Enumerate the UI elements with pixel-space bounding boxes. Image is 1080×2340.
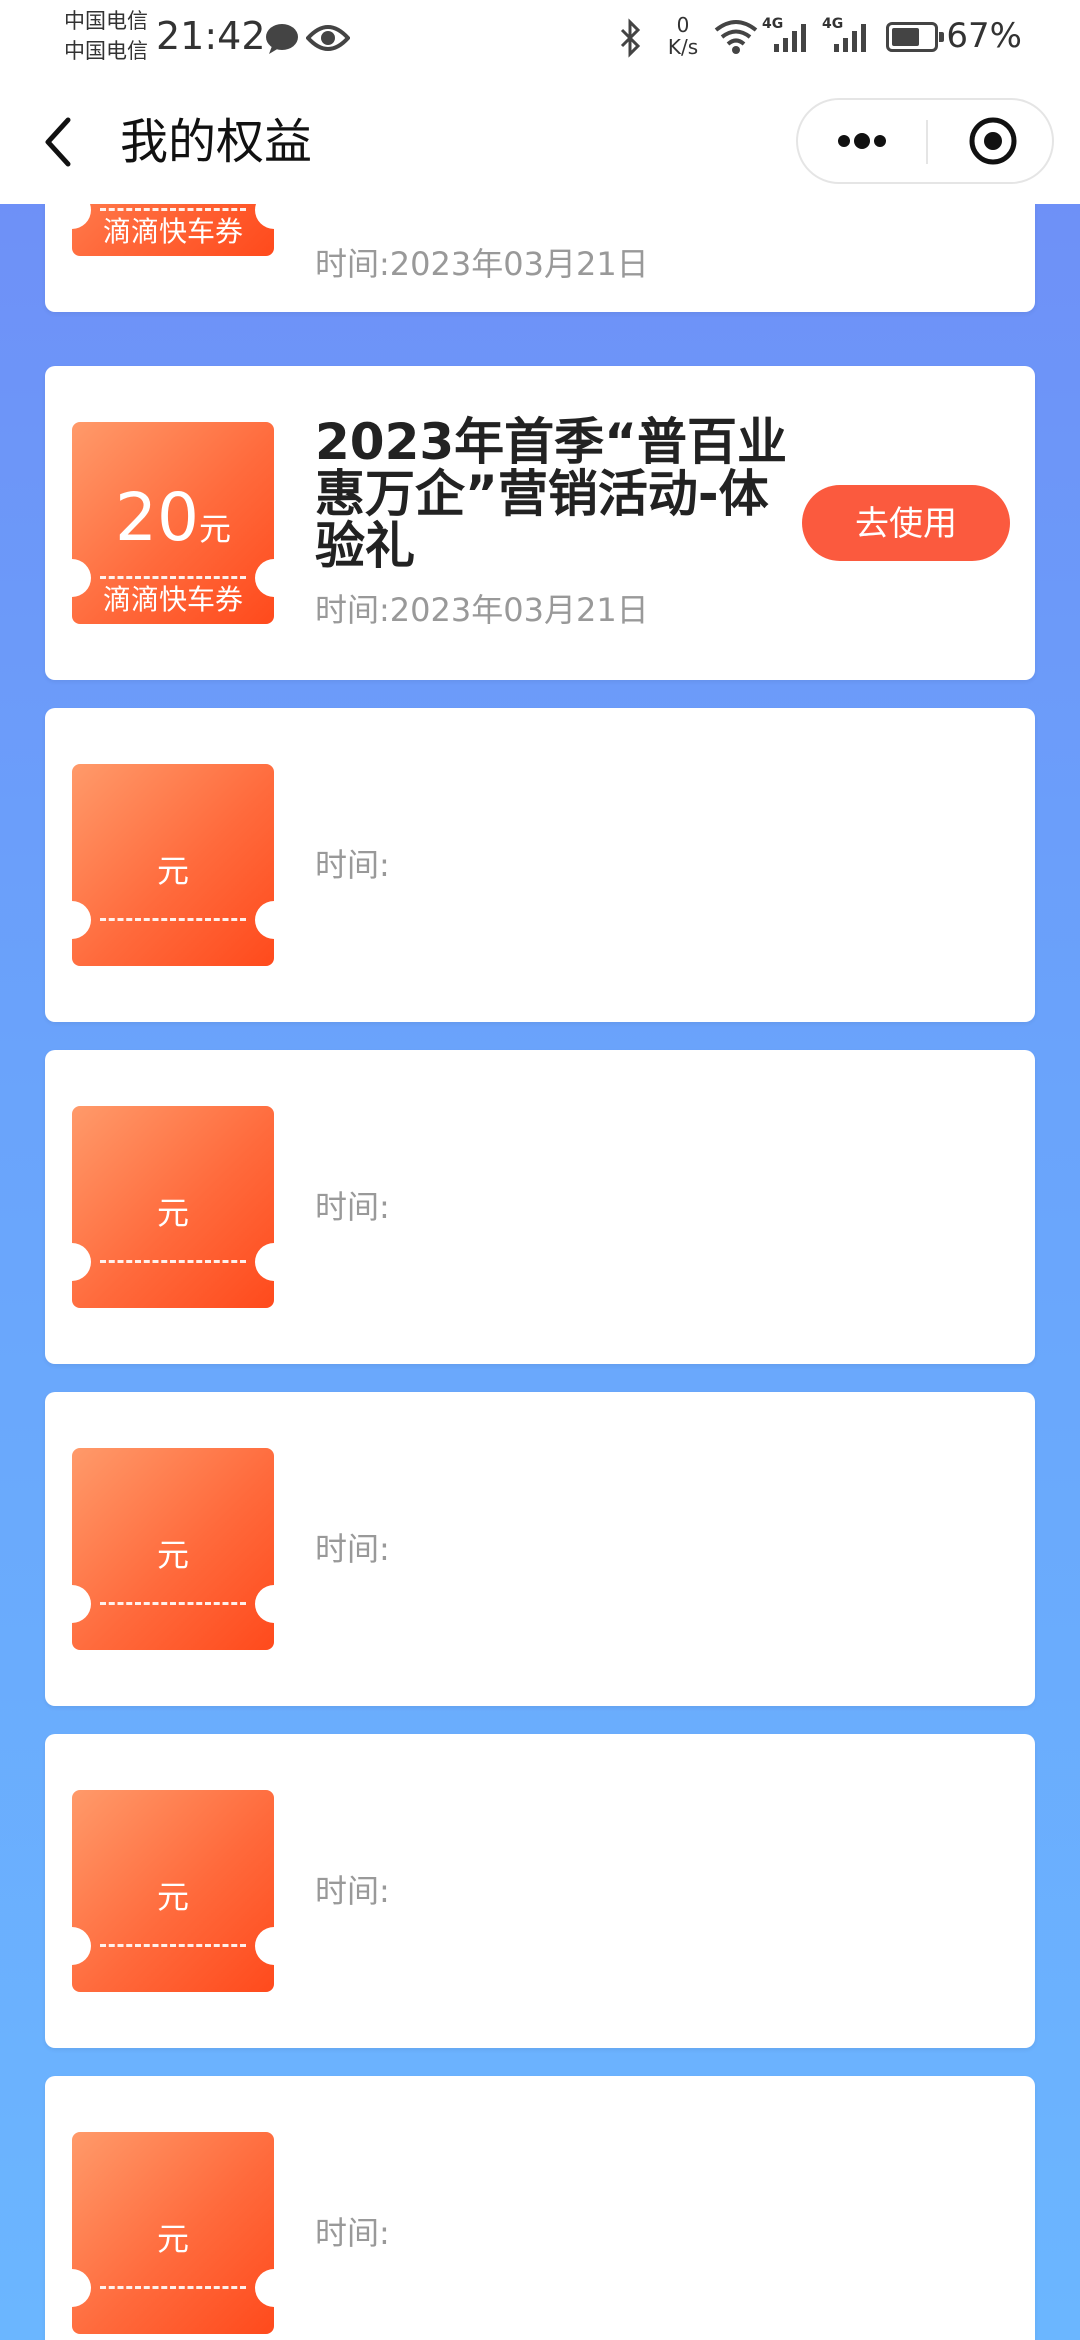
coupon-amount-unit: 元 [156,1878,189,1916]
benefit-list[interactable]: 滴滴快车券 时间:2023年03月21日 20元 滴滴快车券 2023年首季“普… [0,204,1080,2340]
coupon-amount-unit: 元 [156,852,189,890]
time-label: 时间: [315,2214,390,2252]
card-time: 时间: [315,1187,390,1227]
coupon-amount-unit: 元 [156,1536,189,1574]
time-value: 2023年03月21日 [389,591,649,629]
back-button[interactable] [34,110,90,174]
status-time: 21:42 [156,14,266,58]
benefit-card: 元 时间: [45,708,1035,1022]
chat-bubble-icon [266,24,298,54]
coupon-type: 滴滴快车券 [102,215,243,248]
net-speed-value: 0 [676,13,690,37]
coupon-amount: 元 [72,820,274,917]
carrier-1: 中国电信 [64,9,148,33]
target-circle-icon [969,117,1017,165]
battery-fill [892,28,919,46]
signal-bars-icon [834,24,866,52]
net-speed-unit: K/s [667,35,699,59]
page-title: 我的权益 [120,114,313,170]
coupon-amount-unit: 元 [156,1194,189,1232]
coupon-ticket: 元 [72,1448,274,1650]
use-button[interactable]: 去使用 [802,485,1010,561]
time-label: 时间: [315,591,390,629]
coupon-amount-unit: 元 [156,2220,189,2258]
benefit-card: 元 时间: [45,1392,1035,1706]
benefit-card: 元 时间: [45,1050,1035,1364]
close-button[interactable] [938,108,1048,174]
carrier-2: 中国电信 [64,39,148,63]
card-time: 时间:2023年03月21日 [315,244,649,284]
signal-bars-icon [774,24,806,52]
benefit-card: 元 时间: [45,2076,1035,2340]
coupon-ticket: 元 [72,764,274,966]
wifi-icon [714,20,758,54]
card-title: 2023年首季“普百业惠万企”营销活动-体验礼 [315,413,788,575]
more-dots-icon [838,133,886,149]
coupon-amount: 20元 [72,478,274,575]
nav-bar: 我的权益 [0,80,1080,204]
coupon-ticket: 滴滴快车券 [72,204,274,256]
coupon-ticket: 元 [72,2132,274,2334]
coupon-amount-unit: 元 [198,510,231,548]
time-label: 时间: [315,1188,390,1226]
screen: 中国电信 中国电信 21:42 0 K/s 4G 4G 67% 我的权益 滴滴快… [0,0,1080,2340]
carrier-info: 中国电信 中国电信 [64,6,148,66]
miniprogram-capsule [796,98,1054,184]
time-label: 时间: [315,1530,390,1568]
coupon-ticket: 元 [72,1790,274,1992]
coupon-type: 滴滴快车券 [102,583,243,616]
benefit-card: 滴滴快车券 时间:2023年03月21日 [45,204,1035,312]
more-button[interactable] [806,108,916,174]
net-speed: 0 K/s [660,14,706,58]
coupon-ticket: 20元 滴滴快车券 [72,422,274,624]
time-value: 2023年03月21日 [389,245,649,283]
coupon-amount: 元 [72,1504,274,1601]
card-time: 时间: [315,845,390,885]
coupon-amount-value: 20 [115,479,199,556]
time-label: 时间: [315,846,390,884]
benefit-card: 20元 滴滴快车券 2023年首季“普百业惠万企”营销活动-体验礼 时间:202… [45,366,1035,680]
benefit-card: 元 时间: [45,1734,1035,2048]
coupon-ticket: 元 [72,1106,274,1308]
capsule-divider [926,120,928,164]
bluetooth-icon [620,18,641,58]
eye-icon [306,25,350,51]
battery-percent: 67% [946,16,1022,56]
time-label: 时间: [315,245,390,283]
battery-icon [886,22,944,52]
coupon-amount: 元 [72,1846,274,1943]
card-time: 时间: [315,2213,390,2253]
chevron-left-icon [45,117,71,167]
coupon-amount: 元 [72,2188,274,2285]
time-label: 时间: [315,1872,390,1910]
card-time: 时间: [315,1871,390,1911]
card-time: 时间:2023年03月21日 [315,590,649,630]
status-bar: 中国电信 中国电信 21:42 0 K/s 4G 4G 67% [0,0,1080,80]
coupon-amount: 元 [72,1162,274,1259]
card-time: 时间: [315,1529,390,1569]
